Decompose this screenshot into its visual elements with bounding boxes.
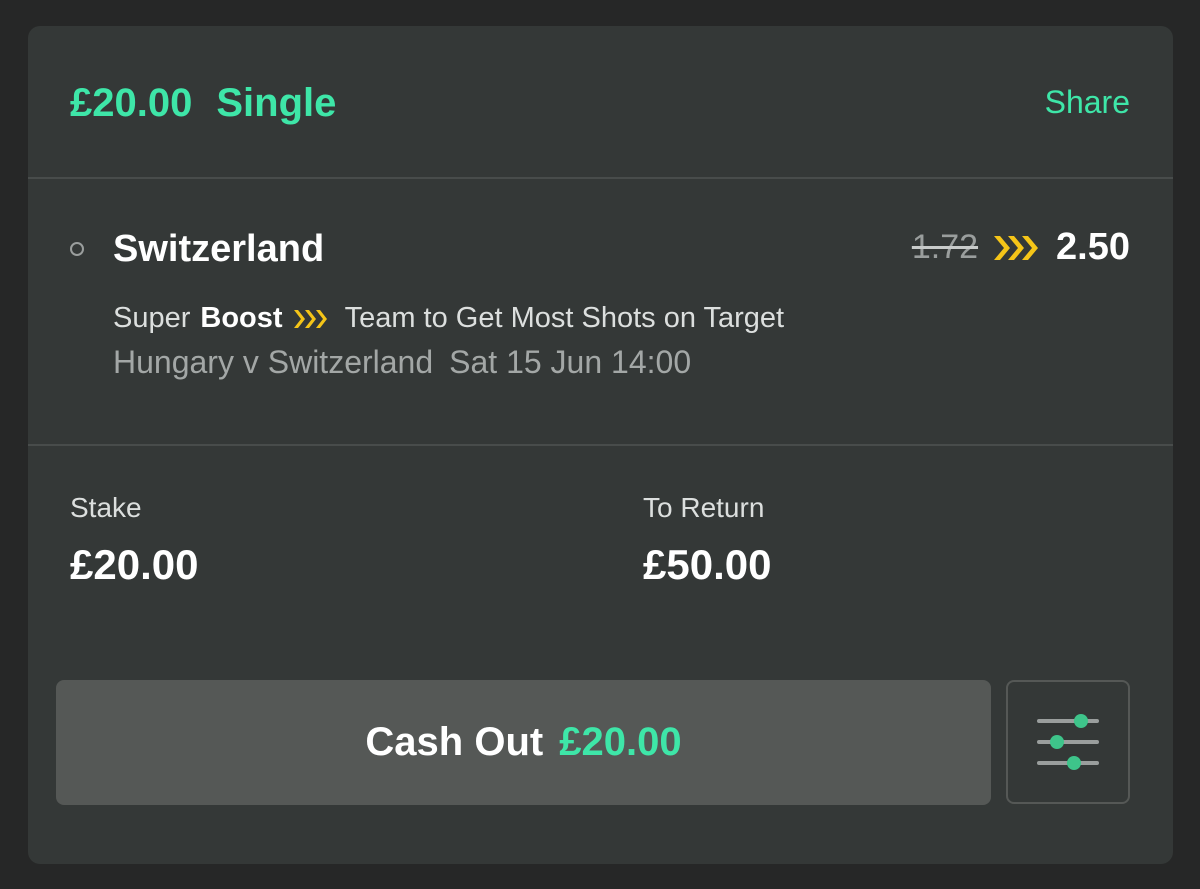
stake-value: £20.00 [70, 541, 199, 588]
market-line: Super Boost Team to Get Most Shots on Ta… [113, 302, 784, 335]
sliders-icon [1037, 714, 1099, 770]
new-odds: 2.50 [1056, 226, 1130, 268]
bet-type: Single [216, 81, 337, 125]
odds: 1.72 2.50 [912, 226, 1130, 269]
stake-label: Stake [70, 492, 142, 523]
chevron-triple-icon [293, 309, 327, 328]
old-odds: 1.72 [911, 228, 979, 266]
bet-stake: £20.00 [70, 81, 193, 125]
selection-divider [28, 444, 1173, 446]
bet-title: £20.00 Single [70, 81, 336, 126]
market-name: Team to Get Most Shots on Target [344, 302, 785, 334]
share-button[interactable]: Share [1045, 84, 1130, 121]
selection-name: Switzerland [113, 228, 325, 270]
cashout-value: £20.00 [559, 720, 682, 764]
market-prefix: Super [113, 302, 191, 334]
bet-header: £20.00 Single Share [28, 26, 1173, 178]
cashout-label: Cash Out [365, 720, 544, 764]
chevron-triple-icon [994, 235, 1039, 260]
cashout-settings-button[interactable] [1006, 680, 1130, 804]
bet-card: £20.00 Single Share Switzerland 1.72 2.50… [28, 26, 1173, 864]
event-name: Hungary v Switzerland [113, 344, 434, 380]
cashout-button[interactable]: Cash Out £20.00 [56, 680, 991, 805]
event-line: Hungary v Switzerland Sat 15 Jun 14:00 [113, 344, 691, 381]
return-value: £50.00 [643, 541, 772, 588]
event-time: Sat 15 Jun 14:00 [449, 344, 692, 380]
header-divider [28, 177, 1173, 179]
market-boost: Boost [200, 302, 283, 334]
circle-icon [70, 242, 84, 256]
return-label: To Return [643, 492, 765, 523]
